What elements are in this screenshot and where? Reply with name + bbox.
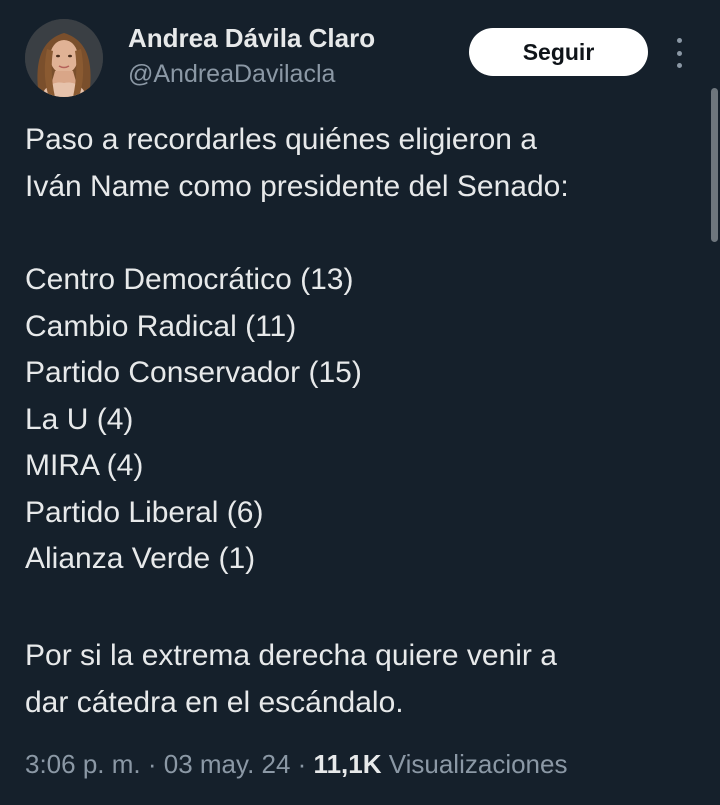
dot [676,63,682,68]
party-item: Alianza Verde (1) [25,542,256,575]
tweet-intro: Paso a recordarles quiénes eligieron a I… [25,117,695,210]
separator: · [140,749,164,779]
tweet-line: Iván Name como presidente del Senado: [25,169,569,203]
tweet-closing: Por si la extrema derecha quiere venir a… [25,633,695,726]
tweet-line: dar cátedra en el escándalo. [25,685,404,719]
tweet: Andrea Dávila Claro @AndreaDavilacla Seg… [0,0,720,805]
scrollbar[interactable] [711,88,718,242]
separator: · [290,749,314,779]
dot [676,38,682,43]
tweet-line: Por si la extrema derecha quiere venir a [25,639,557,672]
party-item: Partido Liberal (6) [25,495,264,529]
tweet-meta: 3:06 p. m. · 03 may. 24 · 11,1K Visualiz… [25,749,567,780]
follow-button[interactable]: Seguir [469,28,648,76]
tweet-line: Paso a recordarles quiénes eligieron a [25,123,537,156]
author-name[interactable]: Andrea Dávila Claro [128,23,375,54]
views-label: Visualizaciones [388,749,568,779]
party-item: Cambio Radical (11) [25,309,297,343]
party-item: Centro Democrático (13) [25,263,354,296]
party-item: Partido Conservador (15) [25,356,362,389]
party-item: MIRA (4) [25,449,144,482]
more-vertical-icon[interactable] [672,38,686,68]
views-count: 11,1K [313,749,382,779]
tweet-time[interactable]: 3:06 p. m. [25,749,141,779]
tweet-date[interactable]: 03 may. 24 [164,749,291,779]
party-item: La U (4) [25,402,134,436]
profile-photo-icon [25,19,103,97]
dot [676,50,682,56]
party-list: Centro Democrático (13) Cambio Radical (… [25,257,695,583]
avatar[interactable] [25,19,103,97]
author-handle[interactable]: @AndreaDavilacla [128,60,335,89]
